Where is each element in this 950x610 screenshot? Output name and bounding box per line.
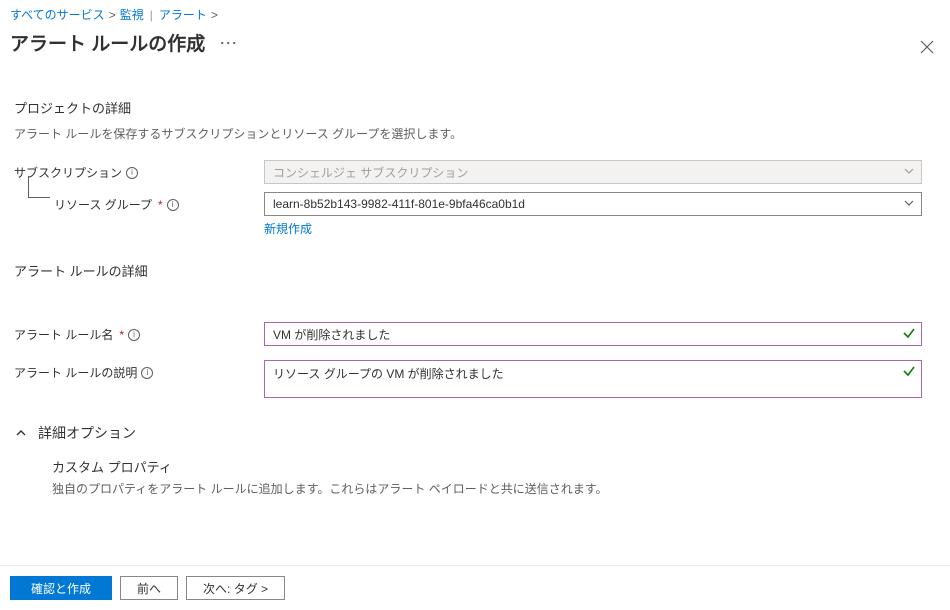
breadcrumb-monitor[interactable]: 監視 — [120, 6, 144, 23]
chevron-down-icon — [903, 165, 915, 177]
rule-desc-input[interactable]: リソース グループの VM が削除されました — [264, 360, 922, 398]
info-icon[interactable]: i — [141, 367, 153, 379]
chevron-down-icon — [903, 197, 915, 209]
review-create-button[interactable]: 確認と作成 — [10, 576, 112, 600]
info-icon[interactable]: i — [126, 167, 138, 179]
required-mark: * — [119, 328, 124, 342]
footer: 確認と作成 前へ 次へ: タグ > — [0, 565, 950, 610]
page-title: アラート ルールの作成 — [10, 29, 205, 56]
custom-properties-title: カスタム プロパティ — [52, 457, 936, 476]
rule-desc-label: アラート ルールの説明 i — [14, 360, 264, 381]
required-mark: * — [158, 198, 163, 212]
resource-group-label: リソース グループ * i — [14, 192, 264, 213]
breadcrumb-pipe: | — [150, 8, 153, 22]
create-new-link[interactable]: 新規作成 — [264, 220, 312, 237]
resource-group-select[interactable]: learn-8b52b143-9982-411f-801e-9bfa46ca0b… — [264, 192, 922, 216]
next-button[interactable]: 次へ: タグ > — [186, 576, 285, 600]
close-icon — [920, 40, 934, 54]
rule-heading: アラート ルールの詳細 — [14, 261, 936, 280]
breadcrumb-separator: > — [109, 8, 116, 22]
breadcrumb-alerts[interactable]: アラート — [159, 6, 207, 23]
advanced-heading: 詳細オプション — [38, 423, 136, 443]
more-actions-button[interactable]: ⋯ — [219, 34, 237, 52]
advanced-options-toggle[interactable]: 詳細オプション — [14, 423, 936, 443]
rule-name-input[interactable] — [264, 322, 922, 346]
subscription-label: サブスクリプション i — [14, 160, 264, 181]
breadcrumb-services[interactable]: すべてのサービス — [10, 6, 105, 23]
project-description: アラート ルールを保存するサブスクリプションとリソース グループを選択します。 — [14, 125, 936, 142]
breadcrumb-separator-2: > — [211, 8, 218, 22]
info-icon[interactable]: i — [167, 199, 179, 211]
tree-connector — [28, 176, 50, 198]
project-heading: プロジェクトの詳細 — [14, 98, 936, 117]
rule-name-label: アラート ルール名 * i — [14, 322, 264, 343]
breadcrumb: すべてのサービス > 監視 | アラート > — [0, 0, 950, 25]
subscription-select: コンシェルジェ サブスクリプション — [264, 160, 922, 184]
close-button[interactable] — [920, 40, 934, 54]
chevron-up-icon — [14, 426, 28, 440]
info-icon[interactable]: i — [128, 329, 140, 341]
custom-properties-desc: 独自のプロパティをアラート ルールに追加します。これらはアラート ペイロードと共… — [52, 480, 936, 497]
prev-button[interactable]: 前へ — [120, 576, 178, 600]
